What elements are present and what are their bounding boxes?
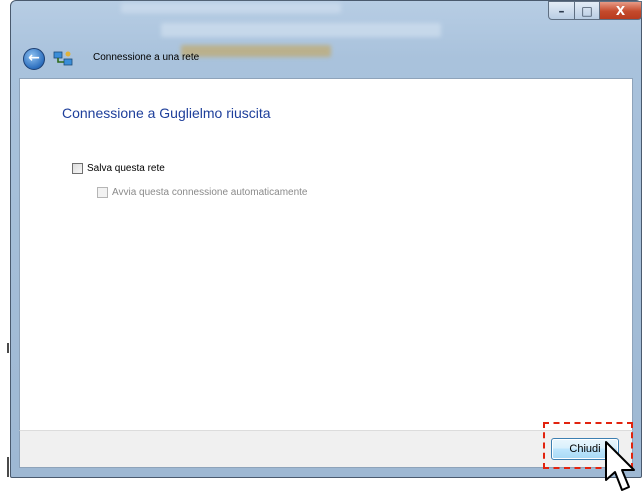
save-network-checkbox[interactable] [72, 163, 83, 174]
page-title: Connessione a Guglielmo riuscita [62, 105, 271, 121]
network-icon [53, 51, 73, 66]
auto-connect-label: Avvia questa connessione automaticamente [112, 187, 308, 198]
back-arrow-icon: ← [28, 50, 40, 66]
title-bar-ghost [121, 3, 341, 13]
title-bar-ghost [181, 45, 331, 57]
maximize-button[interactable]: □ [574, 1, 600, 20]
background-edge [7, 343, 9, 353]
background-edge [7, 457, 9, 477]
close-window-button[interactable]: X [599, 1, 642, 20]
mouse-pointer-icon [605, 441, 635, 491]
save-network-label[interactable]: Salva questa rete [87, 163, 165, 174]
minimize-button[interactable]: – [548, 1, 575, 20]
save-network-option[interactable]: Salva questa rete [72, 163, 165, 174]
title-bar-ghost [161, 23, 441, 37]
auto-connect-checkbox [97, 187, 108, 198]
dialog-window: – □ X ← Connessione a una rete Connessio… [10, 0, 642, 478]
header-title: Connessione a una rete [93, 52, 200, 63]
footer-bar [19, 430, 633, 468]
auto-connect-option: Avvia questa connessione automaticamente [97, 187, 308, 198]
back-button[interactable]: ← [23, 48, 45, 70]
content-panel: Connessione a Guglielmo riuscita Salva q… [19, 78, 633, 430]
